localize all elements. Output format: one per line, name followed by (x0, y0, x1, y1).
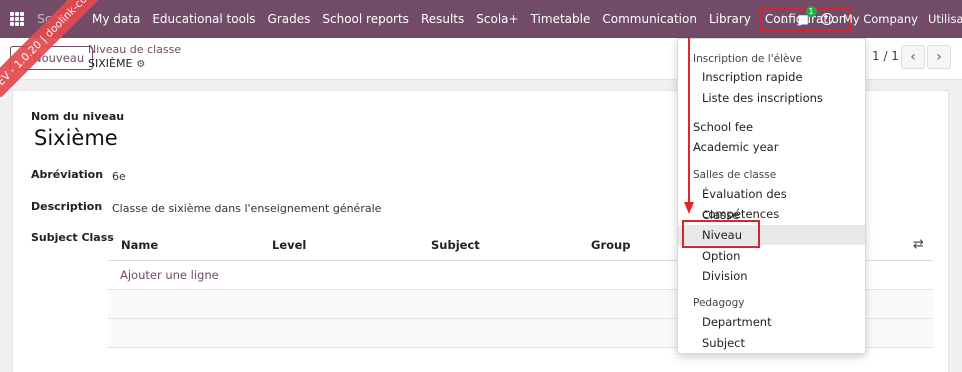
abbreviation-label: Abréviation (31, 168, 104, 181)
column-level[interactable]: Level (272, 238, 306, 252)
description-label: Description (31, 200, 103, 213)
dropdown-item-academic-year[interactable]: Academic year (678, 137, 865, 157)
column-group[interactable]: Group (591, 238, 630, 252)
dropdown-section-inscription: Inscription de l'élève (693, 53, 803, 65)
systray: 💧︎ ■1 My Company Utilisat (781, 0, 962, 38)
menu-communication[interactable]: Communication (596, 7, 703, 31)
name-field[interactable]: Sixième (34, 126, 118, 150)
breadcrumb-current-label: SIXIÈME (88, 57, 133, 70)
menu-grades[interactable]: Grades (262, 7, 317, 31)
annotation-arrow-line (688, 38, 690, 204)
chat-badge: 1 (805, 6, 817, 17)
pager-value[interactable]: 1 / 1 (872, 49, 899, 63)
configuration-dropdown: Inscription de l'élève Inscription rapid… (677, 38, 866, 354)
gear-icon[interactable]: ⚙ (136, 59, 145, 70)
abbreviation-field[interactable]: 6e (112, 170, 126, 183)
add-line-link[interactable]: Ajouter une ligne (120, 268, 219, 282)
dropdown-item-inscription-rapide[interactable]: Inscription rapide (678, 67, 865, 87)
dropdown-item-division[interactable]: Division (678, 266, 865, 286)
description-field[interactable]: Classe de sixième dans l'enseignement gé… (112, 202, 381, 215)
pager-previous-button[interactable]: ‹ (901, 45, 925, 69)
niveau-highlight-box (682, 220, 760, 248)
dropdown-section-salles: Salles de classe (693, 169, 777, 181)
menu-results[interactable]: Results (415, 7, 470, 31)
breadcrumb-parent[interactable]: Niveau de classe (88, 43, 181, 56)
dropdown-item-liste-inscriptions[interactable]: Liste des inscriptions (678, 88, 865, 108)
apps-grid-icon[interactable] (10, 12, 24, 26)
chat-icon[interactable]: ■ 1 (798, 6, 817, 26)
menu-school-reports[interactable]: School reports (316, 7, 415, 31)
dropdown-item-evaluation[interactable]: Évaluation des compétences (678, 184, 865, 221)
subject-class-label: Subject Class (31, 231, 114, 244)
menu-educational-tools[interactable]: Educational tools (146, 7, 261, 31)
activity-drop-icon[interactable]: 💧︎ (781, 12, 786, 27)
main-menu: My data Educational tools Grades School … (86, 0, 853, 38)
dropdown-item-option[interactable]: Option (678, 246, 865, 266)
menu-scola-plus[interactable]: Scola+ (470, 7, 524, 31)
dropdown-item-subject[interactable]: Subject (678, 333, 865, 353)
dropdown-section-pedagogy: Pedagogy (693, 297, 745, 309)
menu-timetable[interactable]: Timetable (525, 7, 597, 31)
breadcrumb-current: SIXIÈME ⚙ (88, 57, 145, 70)
column-subject[interactable]: Subject (431, 238, 480, 252)
annotation-arrow-head (684, 202, 694, 214)
clock-icon[interactable] (820, 13, 833, 25)
menu-my-data[interactable]: My data (86, 7, 146, 31)
name-label: Nom du niveau (31, 110, 125, 123)
menu-library[interactable]: Library (703, 7, 757, 31)
company-switcher[interactable]: My Company (843, 12, 918, 26)
optional-columns-icon[interactable]: ⇄ (913, 237, 924, 252)
top-navbar: Scola My data Educational tools Grades S… (0, 0, 962, 38)
dropdown-item-school-fee[interactable]: School fee (678, 117, 865, 137)
dropdown-item-department[interactable]: Department (678, 312, 865, 332)
column-name[interactable]: Name (121, 238, 158, 252)
pager-next-button[interactable]: › (927, 45, 951, 69)
user-menu[interactable]: Utilisat (928, 12, 962, 26)
